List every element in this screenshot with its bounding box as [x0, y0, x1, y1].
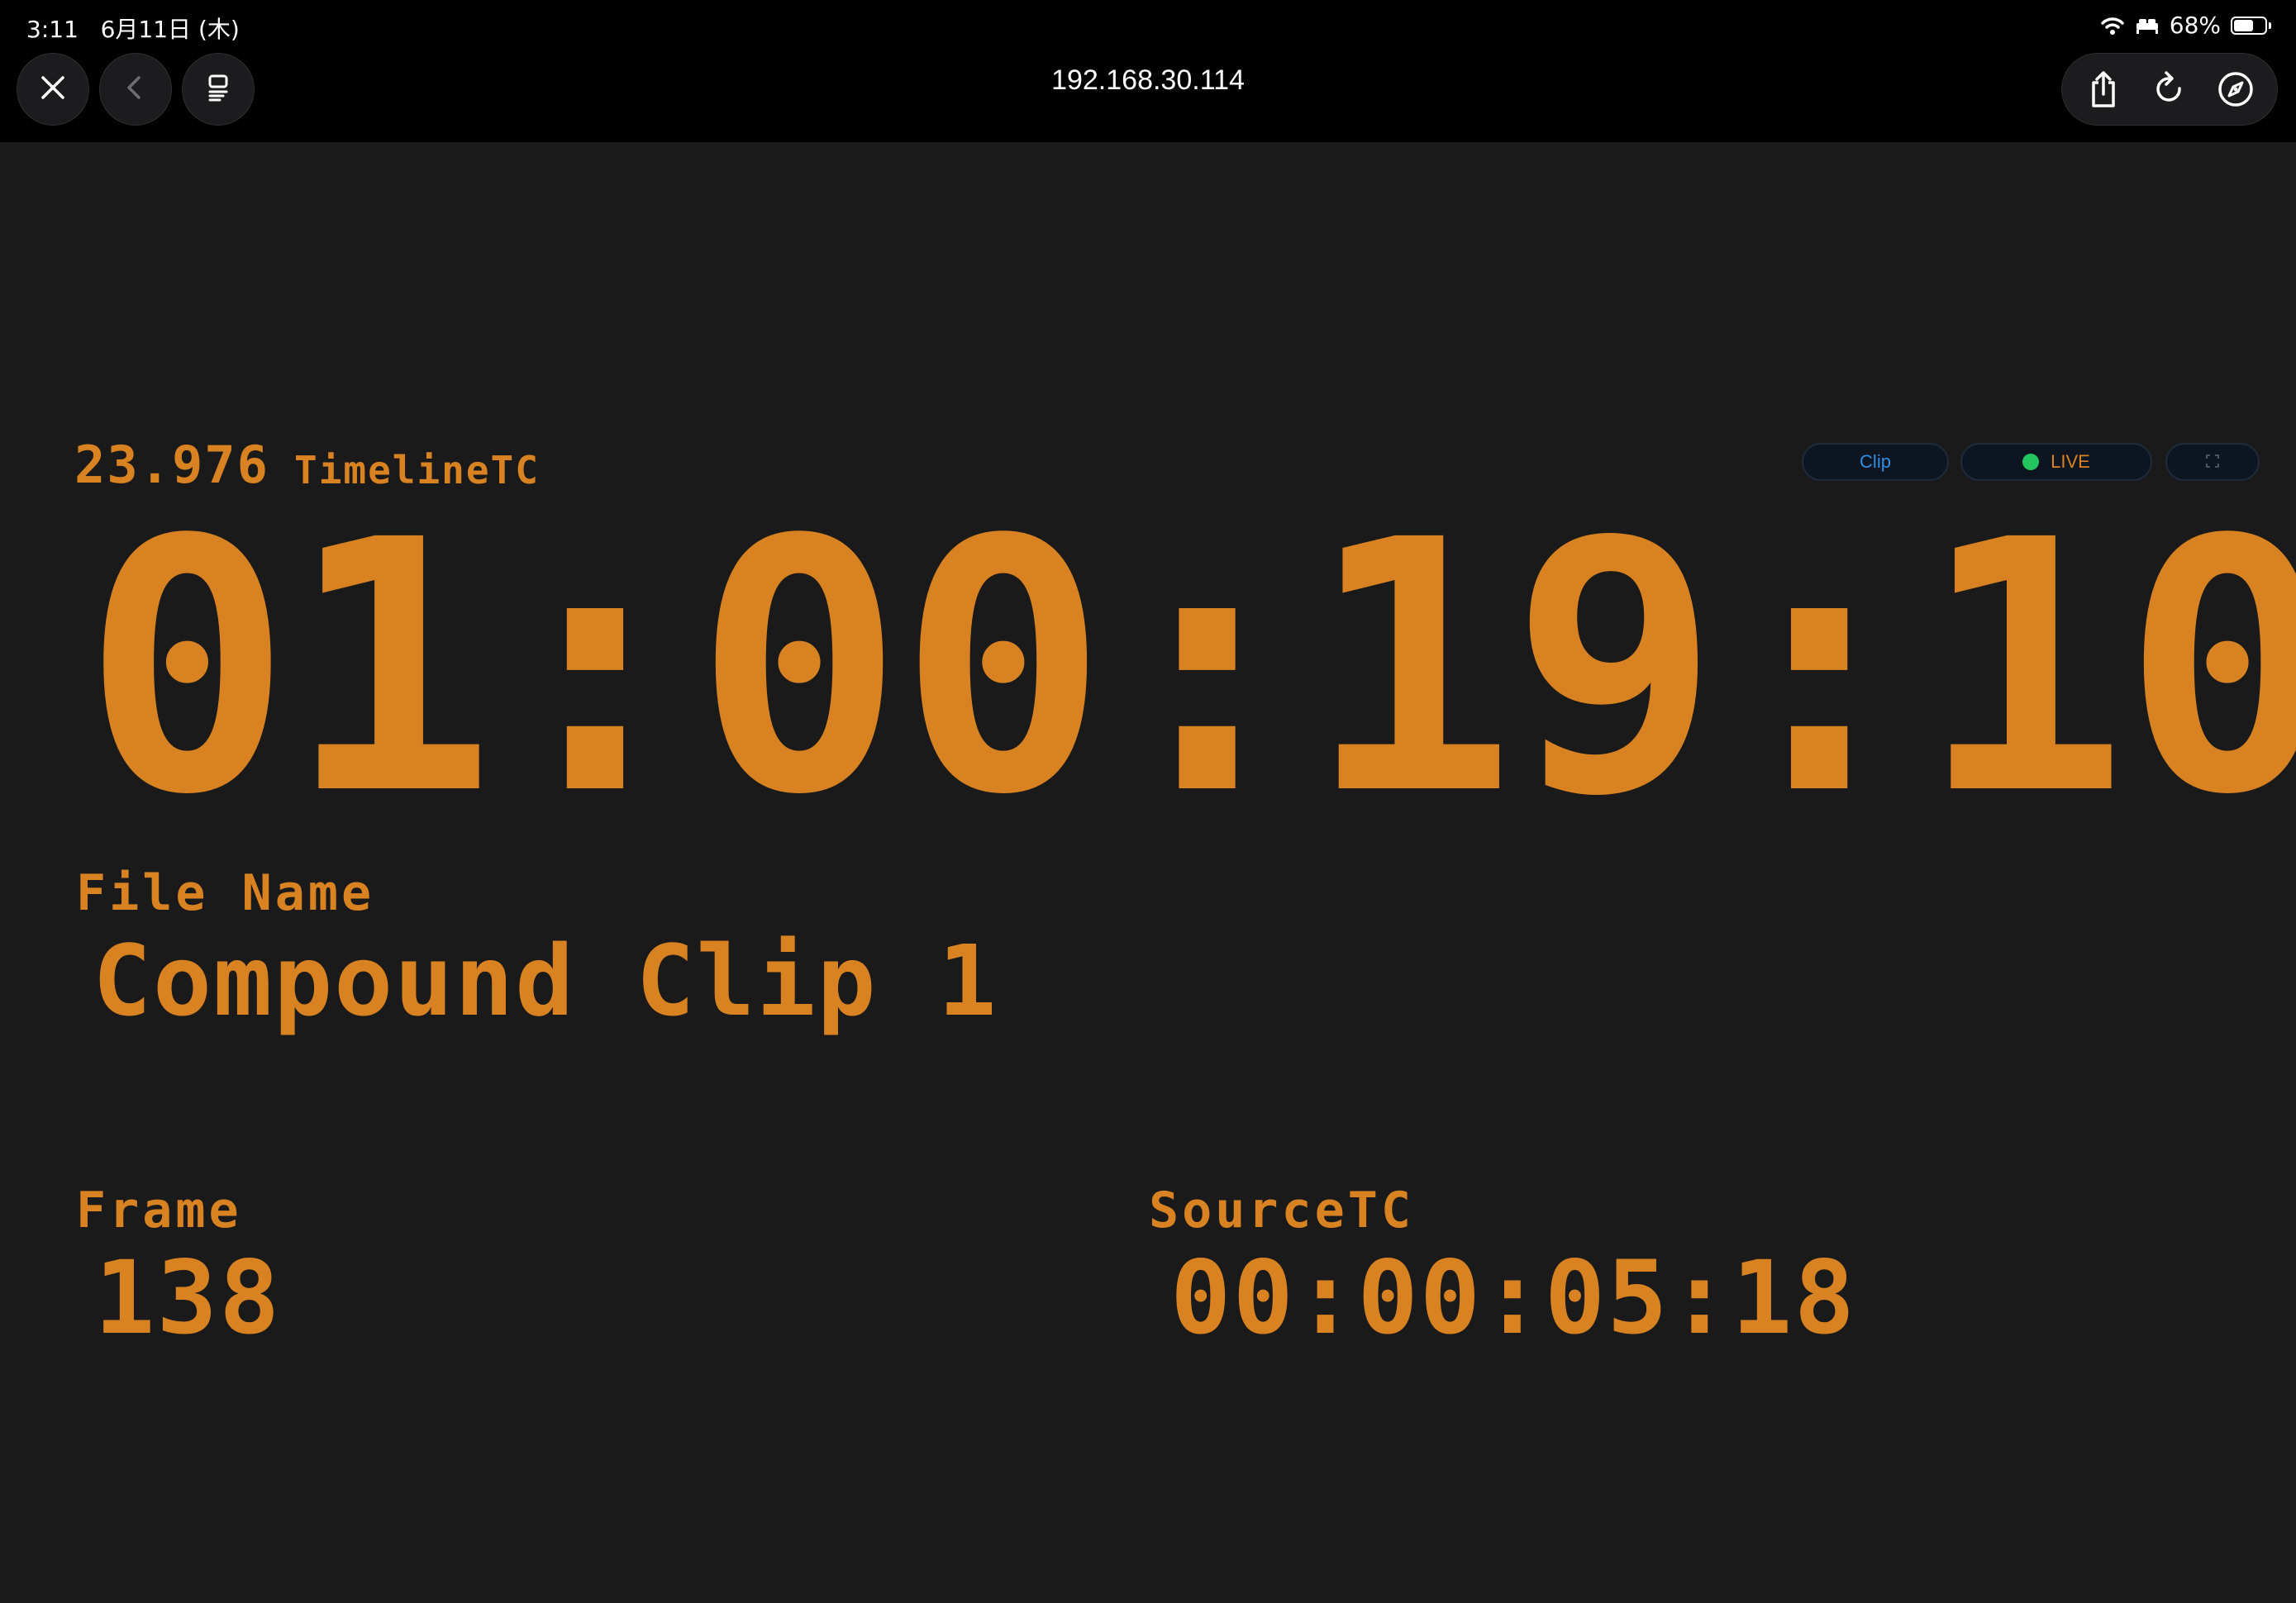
compass-icon[interactable]: [2211, 64, 2260, 114]
source-tc-value: 00:00:05:18: [1170, 1239, 1856, 1357]
share-icon[interactable]: [2079, 64, 2128, 114]
source-tc-label: SourceTC: [1149, 1182, 1414, 1239]
battery-nub: [2269, 21, 2271, 29]
file-name-value: Compound Clip 1: [93, 924, 998, 1038]
frame-value: 138: [94, 1239, 282, 1357]
file-name-label: File Name: [76, 864, 375, 922]
battery-icon: [2231, 16, 2267, 35]
frame-label: Frame: [76, 1182, 242, 1239]
status-indicators: 68%: [2100, 12, 2271, 39]
browser-toolbar: 3:11 6月11日 (木) 68% 192.168.30.114: [0, 0, 2296, 142]
wifi-icon: [2100, 16, 2125, 36]
address-bar[interactable]: 192.168.30.114: [0, 64, 2296, 97]
reload-icon[interactable]: [2145, 64, 2194, 114]
timeline-timecode: 01:00:19:10: [83, 467, 2296, 871]
bed-icon: [2135, 17, 2160, 35]
status-time: 3:11 6月11日 (木): [26, 12, 240, 45]
browser-actions: [2061, 53, 2278, 126]
status-clock: 3:11: [26, 16, 79, 43]
battery-percent: 68%: [2169, 12, 2221, 39]
status-date: 6月11日 (木): [100, 16, 240, 43]
battery-level: [2234, 19, 2254, 31]
